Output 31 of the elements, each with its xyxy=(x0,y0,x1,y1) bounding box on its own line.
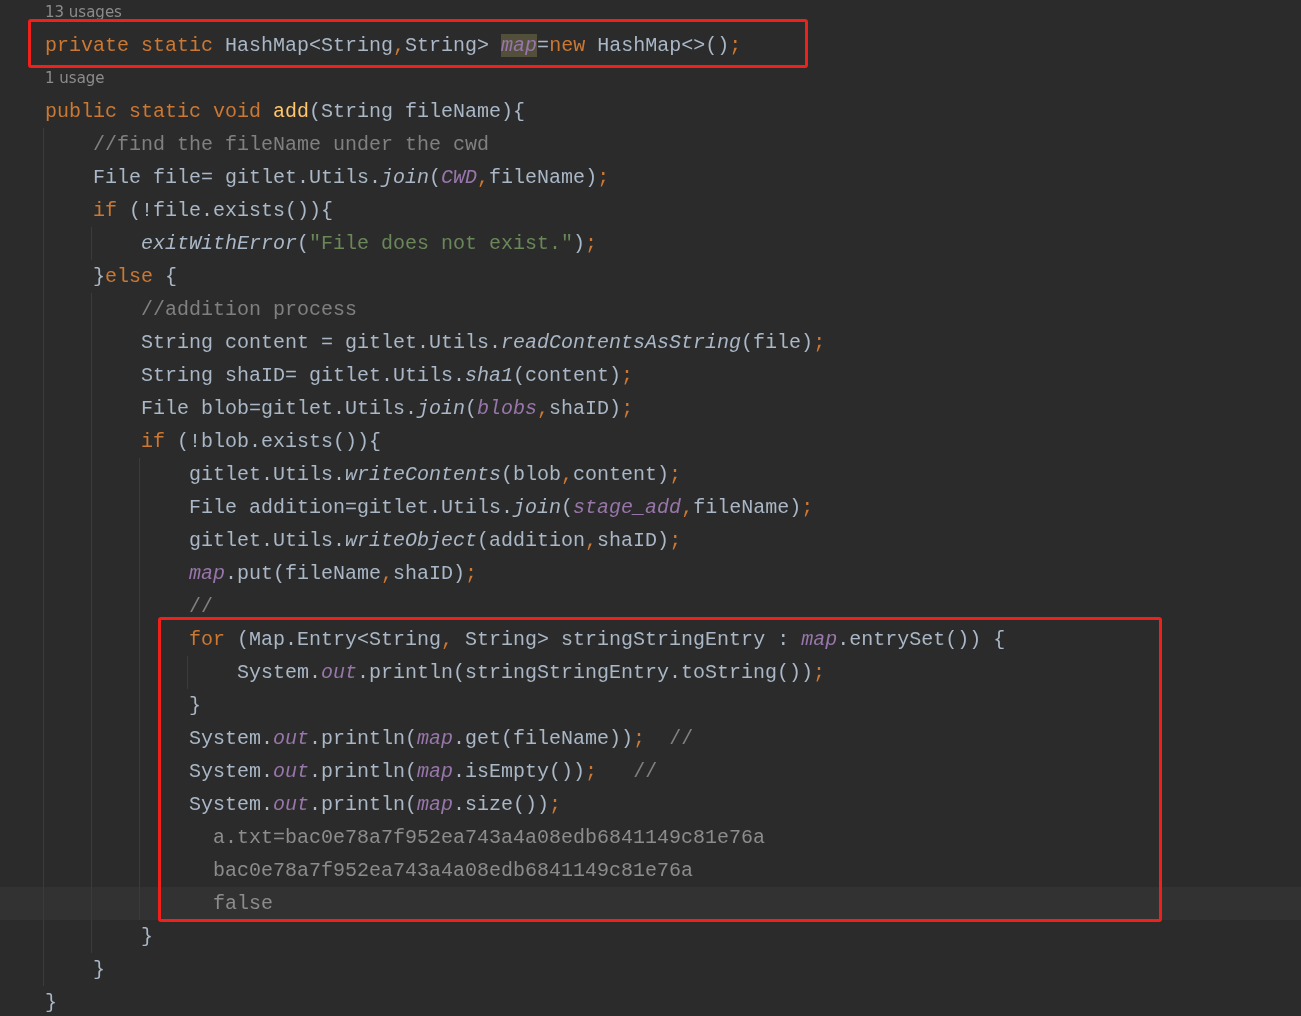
code-line: System.out.println(map.size()); xyxy=(189,791,562,818)
code-line: File blob=gitlet.Utils.join(blobs,shaID); xyxy=(141,395,634,422)
code-line: System.out.println(map.get(fileName)); // xyxy=(189,725,694,752)
code-line: } xyxy=(189,692,201,719)
code-line: map.put(fileName,shaID); xyxy=(189,560,478,587)
code-line: gitlet.Utils.writeObject(addition,shaID); xyxy=(189,527,682,554)
code-line: }else { xyxy=(93,263,178,290)
usage-hint[interactable]: 1 usage xyxy=(45,67,105,90)
code-line: File file= gitlet.Utils.join(CWD,fileName); xyxy=(93,164,610,191)
code-line: System.out.println(stringStringEntry.toString()); xyxy=(237,659,826,686)
code-line: File addition=gitlet.Utils.join(stage_add,fileName); xyxy=(189,494,814,521)
code-line: // xyxy=(189,593,213,620)
code-line: public static void add(String fileName){ xyxy=(45,98,526,125)
code-line: } xyxy=(141,923,153,950)
code-line: } xyxy=(93,956,105,983)
code-line: System.out.println(map.isEmpty()); // xyxy=(189,758,658,785)
code-line: private static HashMap<String,String> map=new HashMap<>(); xyxy=(45,32,742,59)
code-line: exitWithError("File does not exist."); xyxy=(141,230,598,257)
code-line: if (!blob.exists()){ xyxy=(141,428,382,455)
output-text: bac0e78a7f952ea743a4a08edb6841149c81e76a xyxy=(213,857,694,884)
code-line: //find the fileName under the cwd xyxy=(93,131,490,158)
output-text: a.txt=bac0e78a7f952ea743a4a08edb6841149c81e76a xyxy=(213,824,766,851)
code-line: String shaID= gitlet.Utils.sha1(content); xyxy=(141,362,634,389)
code-line: } xyxy=(45,989,57,1016)
output-text: false xyxy=(213,890,273,917)
code-line: String content = gitlet.Utils.readContentsAsString(file); xyxy=(141,329,826,356)
usage-hint[interactable]: 13 usages xyxy=(45,1,122,24)
code-line: for (Map.Entry<String, String> stringStringEntry : map.entrySet()) { xyxy=(189,626,1006,653)
code-line: //addition process xyxy=(141,296,358,323)
code-line: if (!file.exists()){ xyxy=(93,197,334,224)
code-line: gitlet.Utils.writeContents(blob,content); xyxy=(189,461,682,488)
